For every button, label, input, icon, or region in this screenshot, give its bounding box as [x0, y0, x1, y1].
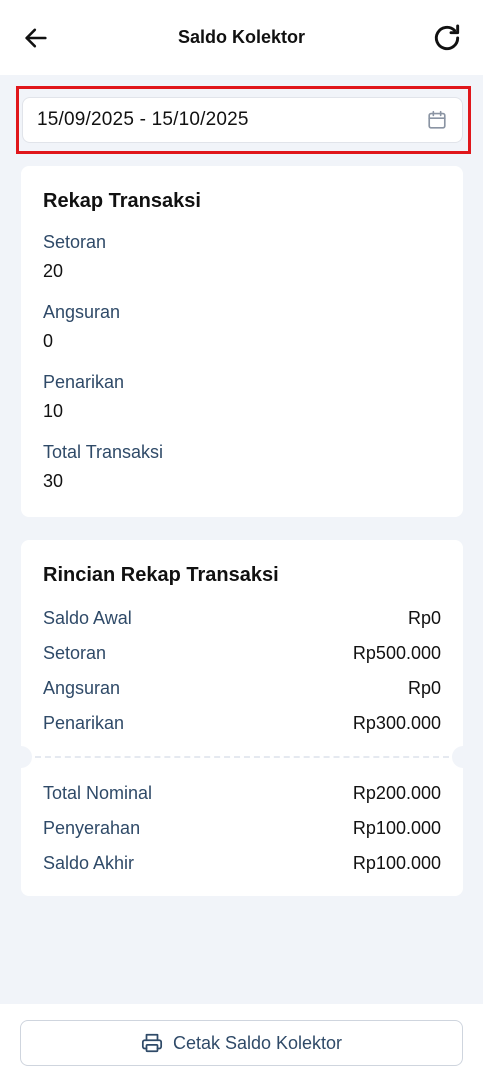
rekap-transaksi-card: Rekap Transaksi Setoran 20 Angsuran 0 Pe…: [21, 166, 463, 517]
arrow-left-icon: [25, 28, 47, 48]
dashed-divider: [35, 756, 449, 758]
date-range-field[interactable]: 15/09/2025 - 15/10/2025: [22, 97, 463, 143]
ticket-notch-left: [10, 746, 32, 768]
stat-label: Setoran: [43, 232, 107, 252]
row-penyerahan: Penyerahan Rp100.000: [43, 816, 441, 840]
row-label: Penyerahan: [43, 817, 141, 838]
row-amount: Rp500.000: [352, 642, 441, 663]
row-angsuran: Angsuran Rp0: [43, 676, 441, 700]
print-button-label: Cetak Saldo Kolektor: [172, 1032, 343, 1053]
rincian-title: Rincian Rekap Transaksi: [43, 564, 279, 586]
app-bar: Saldo Kolektor: [0, 0, 483, 75]
row-label: Setoran: [43, 642, 107, 663]
stat-label: Total Transaksi: [43, 442, 164, 462]
row-amount: Rp100.000: [352, 852, 441, 873]
refresh-icon: [434, 24, 460, 51]
stat-total-transaksi: Total Transaksi 30: [43, 442, 163, 492]
row-amount: Rp200.000: [352, 782, 441, 803]
row-label: Penarikan: [43, 712, 125, 733]
row-amount: Rp0: [407, 677, 441, 698]
bottom-bar: Cetak Saldo Kolektor: [0, 1004, 483, 1079]
printer-icon: [141, 1033, 162, 1053]
row-saldo-akhir: Saldo Akhir Rp100.000: [43, 851, 441, 875]
stat-label: Angsuran: [43, 302, 121, 322]
stat-setoran: Setoran 20: [43, 232, 106, 282]
calendar-icon[interactable]: [426, 109, 448, 131]
print-saldo-button[interactable]: Cetak Saldo Kolektor: [20, 1020, 463, 1066]
stat-value: 0: [43, 331, 54, 351]
page-title: Saldo Kolektor: [177, 27, 306, 47]
stat-value: 20: [43, 261, 64, 281]
rekap-title: Rekap Transaksi: [43, 190, 201, 212]
row-label: Saldo Akhir: [43, 852, 135, 873]
row-amount: Rp100.000: [352, 817, 441, 838]
stat-angsuran: Angsuran 0: [43, 302, 120, 352]
date-range-value: 15/09/2025 - 15/10/2025: [37, 109, 249, 130]
row-label: Saldo Awal: [43, 607, 132, 628]
rincian-rekap-card: Rincian Rekap Transaksi Saldo Awal Rp0 S…: [10, 540, 474, 896]
stat-label: Penarikan: [43, 372, 125, 392]
row-amount: Rp0: [407, 607, 441, 628]
refresh-button[interactable]: [427, 18, 467, 58]
row-amount: Rp300.000: [352, 712, 441, 733]
stat-value: 30: [43, 471, 64, 491]
stat-value: 10: [43, 401, 64, 421]
ticket-notch-right: [452, 746, 474, 768]
stat-penarikan: Penarikan 10: [43, 372, 124, 422]
row-label: Angsuran: [43, 677, 121, 698]
row-total-nominal: Total Nominal Rp200.000: [43, 781, 441, 805]
back-button[interactable]: [16, 18, 56, 58]
row-setoran: Setoran Rp500.000: [43, 641, 441, 665]
row-saldo-awal: Saldo Awal Rp0: [43, 606, 441, 630]
row-penarikan: Penarikan Rp300.000: [43, 711, 441, 735]
row-label: Total Nominal: [43, 782, 153, 803]
